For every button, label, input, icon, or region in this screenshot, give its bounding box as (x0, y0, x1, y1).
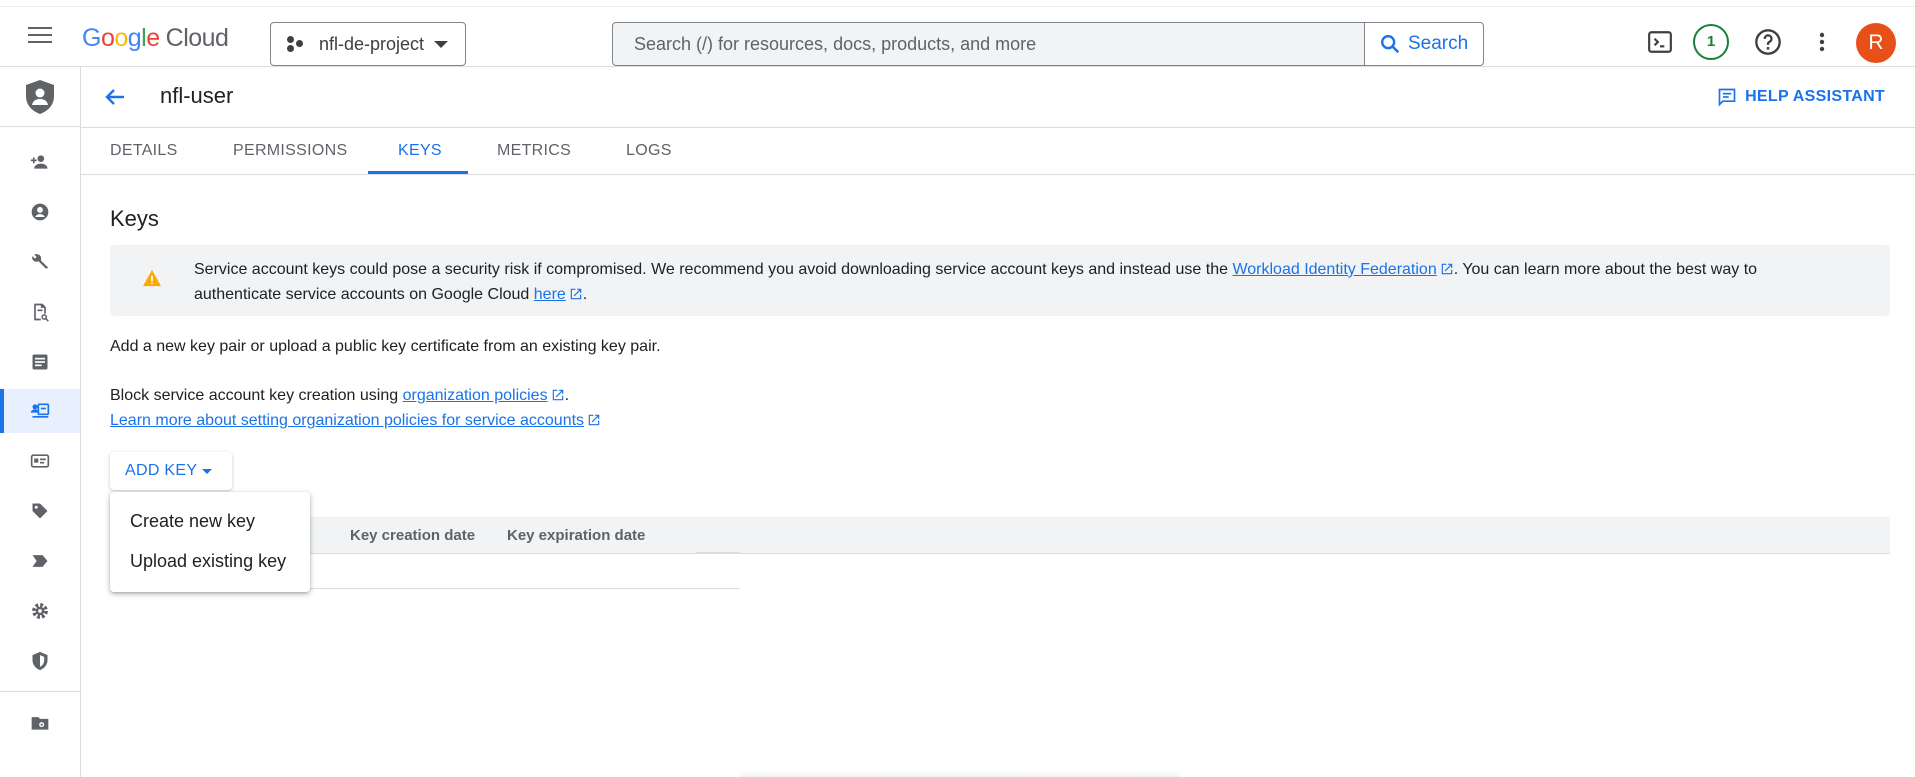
rail-item-privacy-security[interactable] (0, 639, 80, 683)
rail-item-identity[interactable] (0, 190, 80, 234)
help-icon[interactable] (1754, 28, 1782, 56)
shield-icon (32, 651, 48, 671)
folder-settings-icon (31, 717, 49, 730)
rail-item-iam[interactable] (0, 140, 80, 184)
add-key-description: Add a new key pair or upload a public ke… (110, 338, 661, 355)
service-account-icon (30, 403, 50, 418)
tab-logs[interactable]: LOGS (626, 142, 672, 160)
rail-divider (0, 691, 80, 692)
gear-icon (32, 603, 48, 619)
external-link-icon (570, 288, 582, 300)
label-tag-icon (32, 503, 48, 519)
rail-item-organization-policies[interactable] (0, 340, 80, 384)
rail-item-service-accounts[interactable] (0, 389, 80, 433)
page-header: nfl-user HELP ASSISTANT (81, 67, 1915, 128)
tab-bar: DETAILS PERMISSIONS KEYS METRICS LOGS (81, 128, 1915, 175)
learn-more-org-policies-link[interactable]: Learn more about setting organization po… (110, 412, 584, 429)
search-input[interactable]: Search (/) for resources, docs, products… (634, 34, 1036, 55)
avatar[interactable]: R (1856, 23, 1896, 63)
document-search-icon (34, 303, 49, 322)
column-key-creation-date[interactable]: Key creation date (350, 527, 475, 544)
badge-icon (30, 454, 50, 468)
section-title: Keys (110, 206, 159, 231)
menu-item-upload-existing-key[interactable]: Upload existing key (130, 551, 286, 572)
top-bar: Google Cloud nfl-de-project Search (/) fo… (0, 7, 1915, 67)
rail-item-tags[interactable] (0, 539, 80, 583)
menu-item-create-new-key[interactable]: Create new key (130, 511, 255, 532)
chevron-down-icon (434, 41, 448, 48)
chat-icon (1718, 88, 1736, 107)
search-bar[interactable]: Search (/) for resources, docs, products… (612, 22, 1484, 66)
arrow-tag-icon (32, 555, 48, 567)
rail-item-settings[interactable] (0, 589, 80, 633)
add-key-button[interactable]: ADD KEY (110, 452, 232, 490)
warning-text: Service account keys could pose a securi… (194, 261, 1758, 303)
browser-top-strip (0, 0, 1915, 7)
external-link-icon (1441, 263, 1452, 275)
active-tab-indicator (368, 171, 468, 174)
table-column-resizer (696, 552, 740, 554)
rail-item-workload-identity[interactable] (0, 439, 80, 483)
account-circle-icon (31, 203, 49, 221)
search-button[interactable]: Search (1364, 23, 1483, 65)
keys-table-header: Key creation date Key expiration date (110, 517, 1890, 554)
main-menu-icon[interactable] (28, 27, 56, 47)
organization-policies-link[interactable]: organization policies (403, 387, 548, 404)
bottom-scroll-shadow (740, 770, 1180, 777)
org-policy-notice: Block service account key creation using… (110, 383, 601, 433)
back-arrow-icon[interactable] (103, 85, 127, 109)
more-vert-icon[interactable] (1812, 30, 1832, 54)
article-icon (32, 354, 48, 370)
project-hierarchy-icon (287, 36, 303, 52)
dropdown-arrow-icon (202, 469, 212, 474)
rail-item-policy-analyzer[interactable] (0, 290, 80, 334)
person-add-icon (30, 155, 48, 169)
tab-details[interactable]: DETAILS (110, 142, 178, 160)
search-icon (1381, 35, 1400, 54)
column-key-expiration-date[interactable]: Key expiration date (507, 527, 645, 544)
warning-icon (143, 269, 161, 287)
project-name: nfl-de-project (319, 34, 425, 54)
cloud-shell-icon[interactable] (1647, 29, 1673, 55)
notification-badge[interactable]: 1 (1693, 24, 1729, 60)
rail-divider (0, 126, 80, 127)
page-title: nfl-user (160, 83, 234, 108)
tab-metrics[interactable]: METRICS (497, 142, 571, 160)
external-link-icon (552, 389, 563, 401)
rail-item-troubleshooter[interactable] (0, 240, 80, 284)
authenticate-here-link[interactable]: here (534, 286, 566, 303)
rail-item-labels[interactable] (0, 489, 80, 533)
left-nav-rail (0, 67, 81, 777)
workload-identity-federation-link[interactable]: Workload Identity Federation (1232, 261, 1436, 278)
project-picker[interactable]: nfl-de-project (270, 22, 466, 66)
tab-keys[interactable]: KEYS (398, 142, 442, 160)
rail-item-manage-resources[interactable] (0, 701, 80, 745)
help-assistant-button[interactable]: HELP ASSISTANT (1717, 87, 1885, 107)
google-cloud-logo[interactable]: Google Cloud (82, 24, 229, 53)
tab-permissions[interactable]: PERMISSIONS (233, 142, 347, 160)
iam-shield-icon[interactable] (24, 79, 56, 115)
add-key-menu: Create new key Upload existing key (110, 492, 310, 592)
wrench-icon (32, 254, 49, 269)
security-warning-banner: Service account keys could pose a securi… (110, 245, 1890, 316)
external-link-icon (588, 414, 600, 426)
